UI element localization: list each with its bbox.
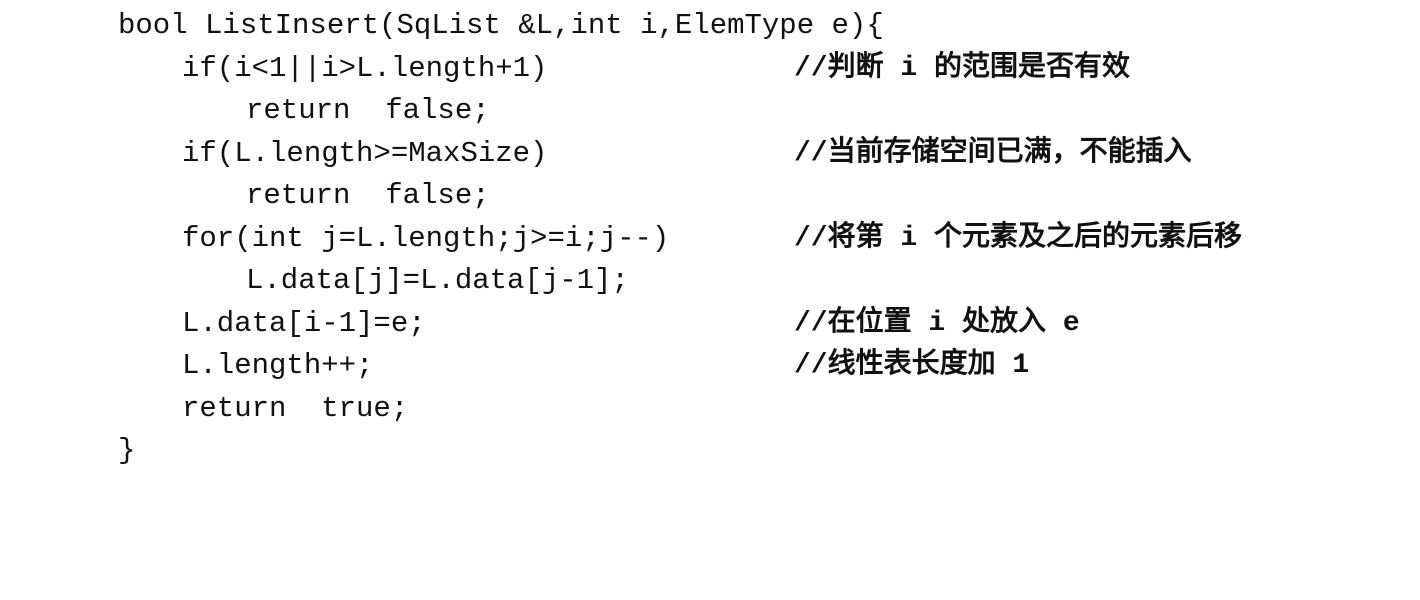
code-text: return false; bbox=[246, 94, 490, 127]
code-comment: //判断 i 的范围是否有效 bbox=[794, 52, 1131, 84]
code-line: if(i<1||i>L.length+1) //判断 i 的范围是否有效 bbox=[118, 48, 1408, 91]
code-text: if(L.length>=MaxSize) bbox=[182, 136, 548, 170]
code-comment: //当前存储空间已满，不能插入 bbox=[794, 137, 1192, 169]
code-text: L.data[j]=L.data[j-1]; bbox=[246, 264, 629, 297]
code-text: return true; bbox=[182, 391, 409, 425]
code-comment: //在位置 i 处放入 e bbox=[794, 307, 1080, 339]
code-listing: bool ListInsert(SqList &L,int i,ElemType… bbox=[118, 5, 1408, 473]
code-comment: //线性表长度加 1 bbox=[794, 350, 1030, 381]
code-text: L.length++; bbox=[182, 349, 374, 382]
code-line: return false; bbox=[118, 175, 1408, 218]
code-text: for(int j=L.length;j>=i;j--) bbox=[182, 221, 670, 255]
code-text: bool ListInsert(SqList &L,int i,ElemType… bbox=[118, 9, 884, 42]
code-line: L.length++; //线性表长度加 1 bbox=[118, 345, 1408, 388]
code-line: for(int j=L.length;j>=i;j--) //将第 i 个元素及… bbox=[118, 218, 1408, 261]
code-line: bool ListInsert(SqList &L,int i,ElemType… bbox=[118, 5, 1408, 48]
code-line: L.data[i-1]=e; //在位置 i 处放入 e bbox=[118, 303, 1408, 346]
code-comment: //将第 i 个元素及之后的元素后移 bbox=[794, 222, 1243, 254]
code-line: } bbox=[118, 430, 1408, 473]
code-line: return false; bbox=[118, 90, 1408, 133]
code-text: if(i<1||i>L.length+1) bbox=[182, 51, 548, 85]
code-line: if(L.length>=MaxSize) //当前存储空间已满，不能插入 bbox=[118, 133, 1408, 176]
code-text: L.data[i-1]=e; bbox=[182, 306, 426, 340]
code-line: L.data[j]=L.data[j-1]; bbox=[118, 260, 1408, 303]
code-text: return false; bbox=[246, 179, 490, 212]
code-text: } bbox=[118, 434, 136, 467]
code-line: return true; bbox=[118, 388, 1408, 431]
